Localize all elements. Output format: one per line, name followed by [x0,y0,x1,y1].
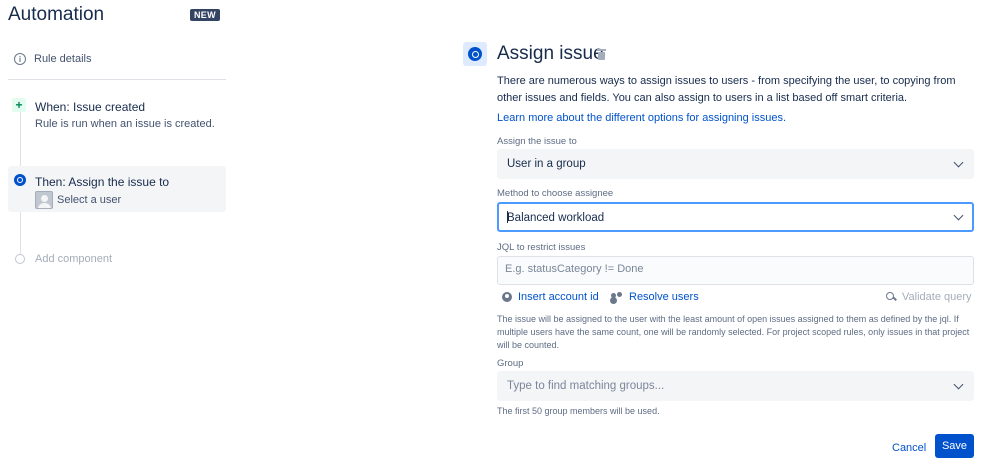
validate-query-label: Validate query [902,291,972,303]
learn-more-link[interactable]: Learn more about the different options f… [497,112,786,124]
intro-text: There are numerous ways to assign issues… [497,75,956,104]
search-icon [886,292,896,302]
plus-icon: + [12,98,26,112]
rule-details-label: Rule details [34,53,92,65]
group-label: Group [497,358,524,369]
method-help-text: The issue will be assigned to the user w… [497,314,970,350]
assign-to-select[interactable]: User in a group [497,149,974,179]
info-icon: i [14,53,26,65]
assign-to-value: User in a group [507,158,586,170]
validate-query-link[interactable]: Validate query [886,291,972,303]
cancel-button[interactable]: Cancel [884,437,934,459]
add-dot-icon [15,254,25,264]
assign-to-label: Assign the issue to [497,136,577,147]
action-component[interactable]: Then: Assign the issue to Select a user [8,166,226,212]
assign-user-icon [14,174,26,186]
trigger-description: Rule is run when an issue is created. [35,118,215,130]
trigger-title: When: Issue created [35,100,146,114]
method-select[interactable]: Balanced workload [497,202,974,232]
insert-account-id-link[interactable]: Insert account id [502,291,599,303]
add-component-label: Add component [35,253,113,265]
method-value: Balanced workload [507,212,605,224]
users-icon [611,292,623,302]
save-button[interactable]: Save [935,434,974,458]
jql-label: JQL to restrict issues [497,242,586,253]
sidebar-divider [8,79,226,80]
insert-account-id-label: Insert account id [518,291,599,303]
trash-icon[interactable] [597,49,606,60]
group-placeholder: Type to find matching groups... [507,380,665,392]
action-title: Then: Assign the issue to [35,175,170,189]
jql-input[interactable] [505,263,965,275]
action-description: Select a user [57,194,122,206]
chevron-down-icon [954,212,964,222]
method-label: Method to choose assignee [497,188,614,199]
resolve-users-link[interactable]: Resolve users [611,291,699,303]
rule-details-item[interactable]: i Rule details [14,53,91,65]
chevron-down-icon [954,381,964,391]
jql-input-wrapper [497,256,974,285]
group-help-text: The first 50 group members will be used. [497,406,660,416]
group-select[interactable]: Type to find matching groups... [497,371,974,401]
resolve-users-label: Resolve users [629,291,699,303]
user-icon [502,292,512,302]
assign-issue-icon [463,42,487,66]
app-title: Automation [8,4,105,25]
avatar [35,191,53,209]
add-component-button[interactable]: Add component [15,253,112,265]
chevron-down-icon [954,159,964,169]
panel-title: Assign issue [497,43,604,64]
new-badge: NEW [190,9,220,21]
